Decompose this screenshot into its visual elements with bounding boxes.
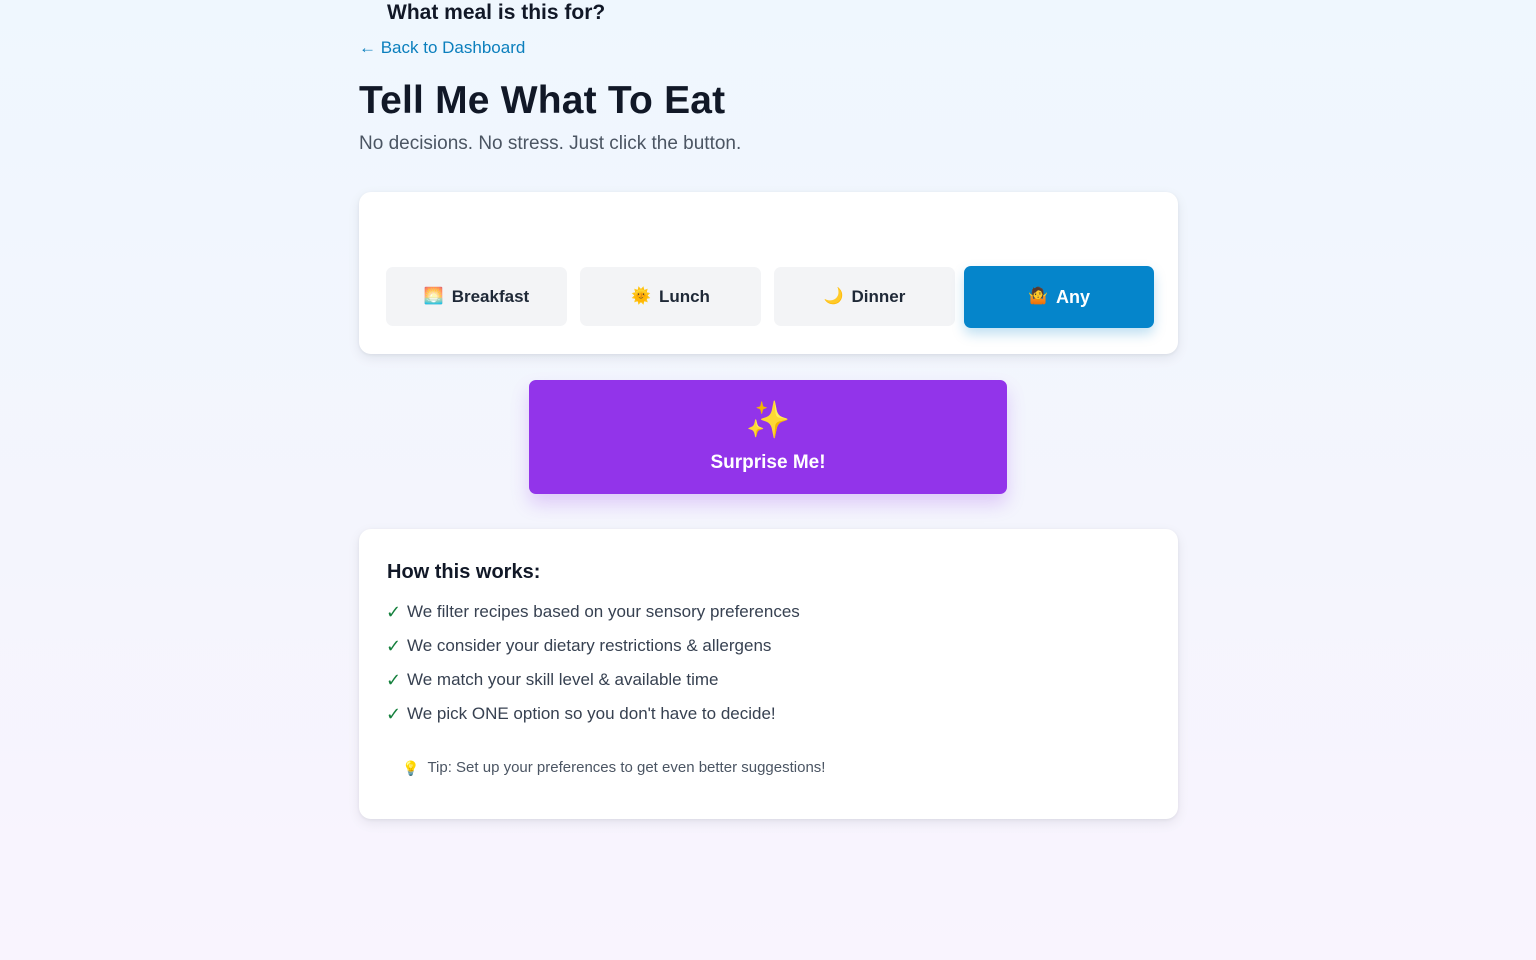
shrug-icon: 🤷: [1028, 288, 1048, 305]
sunrise-icon: 🌅: [423, 287, 444, 305]
surprise-me-button[interactable]: ✨ Surprise Me!: [529, 380, 1007, 494]
page-title: Tell Me What To Eat: [359, 79, 726, 122]
list-item: ✓ We consider your dietary restrictions …: [386, 634, 800, 668]
list-item-text: We pick ONE option so you don't have to …: [407, 704, 776, 723]
list-item-text: We filter recipes based on your sensory …: [407, 602, 800, 621]
list-item: ✓ We match your skill level & available …: [386, 668, 800, 702]
check-icon: ✓: [386, 602, 402, 622]
meal-option-any[interactable]: 🤷 Any: [964, 266, 1154, 328]
check-icon: ✓: [386, 636, 402, 656]
list-item: ✓ We filter recipes based on your sensor…: [386, 600, 800, 634]
how-it-works-heading: How this works:: [387, 561, 541, 583]
moon-icon: 🌙: [823, 287, 844, 305]
meal-selector-heading: What meal is this for?: [387, 1, 606, 24]
lightbulb-icon: 💡: [402, 760, 420, 776]
meal-option-label: Dinner: [851, 286, 906, 306]
meal-option-label: Any: [1055, 286, 1090, 307]
meal-option-breakfast[interactable]: 🌅 Breakfast: [386, 267, 567, 326]
sparkles-icon: ✨: [745, 399, 791, 440]
surprise-me-label: Surprise Me!: [710, 452, 826, 473]
page-subtitle: No decisions. No stress. Just click the …: [359, 133, 742, 154]
meal-option-dinner[interactable]: 🌙 Dinner: [774, 267, 955, 326]
meal-option-lunch[interactable]: 🌞 Lunch: [580, 267, 761, 326]
list-item-text: We match your skill level & available ti…: [407, 670, 719, 689]
sun-icon: 🌞: [631, 287, 651, 305]
check-icon: ✓: [386, 670, 402, 690]
tip-text: Tip: Set up your preferences to get even…: [427, 759, 826, 776]
meal-option-label: Lunch: [658, 286, 710, 306]
check-icon: ✓: [386, 704, 402, 724]
back-to-dashboard-link[interactable]: ← Back to Dashboard: [359, 37, 525, 59]
meal-options: 🌅 Breakfast 🌞 Lunch 🌙 Dinner 🤷 Any: [386, 266, 1155, 328]
how-it-works-list: ✓ We filter recipes based on your sensor…: [386, 600, 800, 736]
list-item: ✓ We pick ONE option so you don't have t…: [386, 702, 800, 736]
tip-text-row: 💡 Tip: Set up your preferences to get ev…: [402, 757, 825, 779]
list-item-text: We consider your dietary restrictions & …: [407, 636, 772, 655]
meal-option-label: Breakfast: [451, 286, 530, 306]
